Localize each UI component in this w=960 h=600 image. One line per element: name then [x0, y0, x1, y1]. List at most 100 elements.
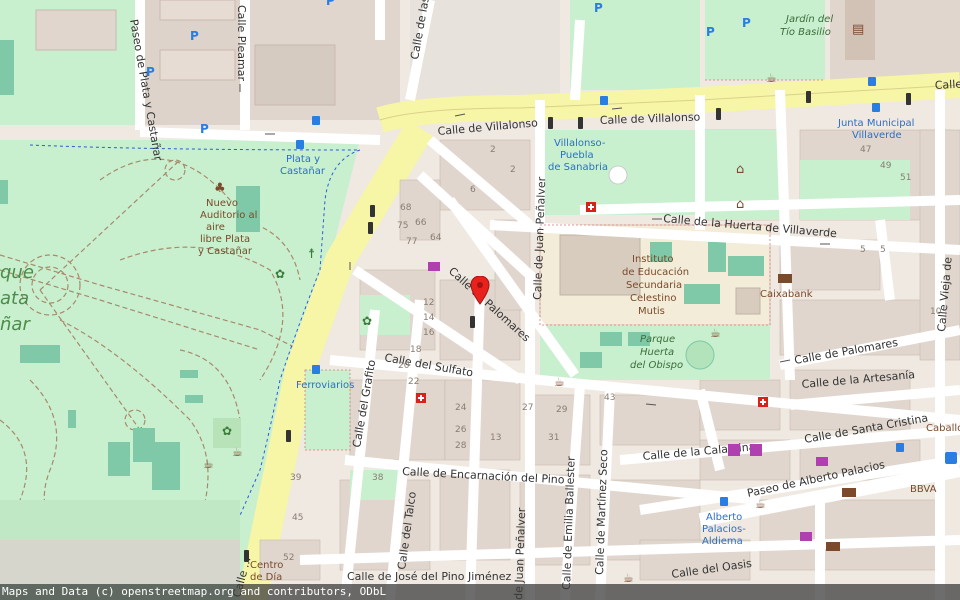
playground-icon: ✿	[362, 314, 372, 328]
svg-text:28: 28	[455, 441, 467, 451]
bus-stop-icon	[720, 497, 728, 506]
label-instituto-2: de Educación	[622, 266, 689, 278]
bank-icon	[826, 542, 840, 551]
label-instituto-3: Secundaria	[626, 280, 682, 291]
svg-text:14: 14	[423, 313, 435, 323]
svg-text:66: 66	[415, 218, 427, 228]
label-park-big-3: ñar	[0, 314, 31, 335]
library-icon: ▤	[852, 22, 864, 37]
label-jardin-1: Jardín del	[784, 13, 833, 25]
svg-text:29: 29	[556, 405, 568, 415]
parking-icon: P	[190, 29, 199, 43]
label-station-alberto-1: Alberto	[706, 512, 742, 523]
label-park-big-2: ata	[0, 288, 29, 309]
label-calle-villalonso-3: Calle de	[934, 77, 960, 92]
svg-text:31: 31	[548, 433, 559, 443]
svg-text:22: 22	[408, 377, 419, 387]
museum-icon: ⌂	[736, 197, 744, 212]
label-centro-2: de Día	[250, 571, 282, 583]
bus-stop-icon	[312, 365, 320, 374]
fitness-icon: ☨	[308, 247, 315, 262]
parking-icon: P	[146, 65, 155, 79]
parking-icon: P	[594, 1, 603, 15]
svg-text:77: 77	[406, 237, 417, 247]
label-calle-jose-pino: Calle de José del Pino Jiménez	[347, 570, 511, 583]
label-parque-2: Huerta	[640, 347, 674, 358]
bus-stop-icon	[872, 103, 880, 112]
label-centro-1: Centro	[250, 560, 283, 571]
svg-text:13: 13	[490, 433, 501, 443]
label-caixabank: Caixabank	[760, 289, 813, 300]
svg-text:12: 12	[423, 298, 434, 308]
svg-text:10: 10	[930, 307, 942, 317]
svg-text:2: 2	[510, 165, 516, 175]
label-junta-2: Villaverde	[852, 130, 902, 141]
playground-icon: ✿	[222, 424, 232, 438]
label-station-alberto-2: Palacios-	[702, 524, 746, 535]
playground-icon: ✿	[275, 267, 285, 281]
cafe-icon: ☕	[203, 457, 214, 471]
label-bbva: BBVA	[910, 484, 937, 495]
label-instituto-4: Celestino	[630, 293, 676, 304]
shop-icon	[728, 444, 740, 456]
theatre-icon: ♣	[214, 181, 226, 196]
label-instituto-5: Mutis	[638, 306, 665, 317]
parking-icon: P	[326, 0, 335, 8]
label-parque-1: Parque	[640, 334, 675, 345]
svg-text:49: 49	[880, 161, 892, 171]
label-park-big-1: que	[0, 262, 34, 283]
label-jardin-2: Tío Basilio	[780, 26, 831, 38]
label-auditorio-4: libre Plata	[200, 234, 250, 245]
label-parque-3: del Obispo	[630, 360, 683, 371]
svg-text:47: 47	[860, 145, 871, 155]
svg-text:68: 68	[400, 203, 412, 213]
label-station-villalonso-2: Puebla	[560, 150, 594, 161]
cafe-icon: ☕	[554, 375, 565, 389]
svg-text:75: 75	[397, 221, 408, 231]
svg-text:16: 16	[423, 328, 435, 338]
svg-text:20: 20	[398, 361, 410, 371]
label-junta-1: Junta Municipal	[837, 118, 914, 129]
bus-station-icon	[945, 452, 957, 464]
svg-text:26: 26	[455, 425, 467, 435]
bus-stop-icon	[868, 77, 876, 86]
parking-icon: P	[706, 25, 715, 39]
parking-icon: P	[742, 16, 751, 30]
label-station-alberto-3: Aldiema	[702, 536, 743, 547]
svg-text:27: 27	[522, 403, 533, 413]
shop-icon	[428, 262, 440, 271]
svg-text:64: 64	[430, 233, 442, 243]
label-caballo: Caballo	[926, 423, 960, 434]
svg-text:6: 6	[470, 185, 476, 195]
label-calle-pleamar: Calle Pleamar	[235, 5, 248, 81]
label-auditorio-5: y Castañar	[198, 246, 253, 257]
parking-icon: P	[200, 122, 209, 136]
bus-stop-icon	[296, 140, 304, 149]
cafe-icon: ☕	[766, 71, 777, 85]
label-station-villalonso-3: de Sanabria	[548, 162, 608, 173]
museum-icon: ⌂	[736, 162, 744, 177]
svg-text:5: 5	[880, 245, 886, 255]
shop-icon	[816, 457, 828, 466]
svg-text:38: 38	[372, 473, 384, 483]
svg-text:43: 43	[604, 393, 615, 403]
svg-text:39: 39	[290, 473, 302, 483]
label-auditorio-1: Nuevo	[206, 198, 238, 209]
label-auditorio-3: aire	[206, 222, 225, 233]
map-attribution: Maps and Data (c) openstreetmap.org and …	[0, 584, 960, 600]
svg-text:18: 18	[410, 345, 422, 355]
label-station-villalonso-1: Villalonso-	[554, 138, 606, 149]
svg-text:52: 52	[283, 553, 294, 563]
label-station-plata-2: Castañar	[280, 166, 326, 177]
svg-text:5: 5	[860, 245, 866, 255]
cafe-icon: ☕	[232, 445, 243, 459]
location-marker[interactable]	[470, 275, 490, 306]
svg-text:2: 2	[490, 145, 496, 155]
svg-text:51: 51	[900, 173, 911, 183]
bank-icon	[842, 488, 856, 497]
label-instituto-1: Instituto	[632, 254, 674, 265]
shop-icon	[800, 532, 812, 541]
svg-text:45: 45	[292, 513, 303, 523]
label-station-plata-1: Plata y	[286, 154, 320, 165]
svg-text:24: 24	[455, 403, 467, 413]
